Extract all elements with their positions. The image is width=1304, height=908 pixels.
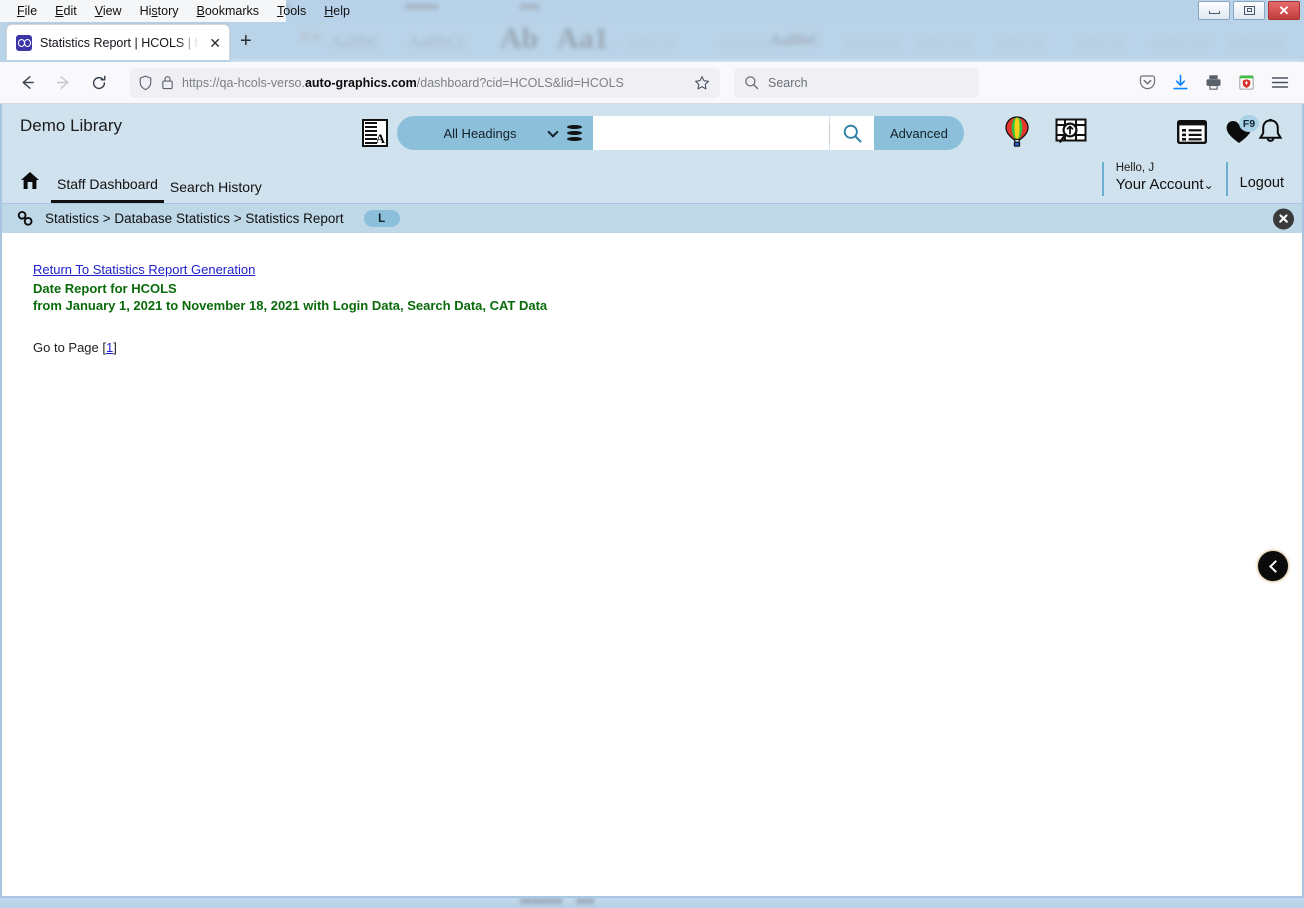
browser-tab[interactable]: Statistics Report | HCOLS | hcols ✕ xyxy=(6,24,230,60)
new-tab-button[interactable]: + xyxy=(240,31,252,51)
menu-history[interactable]: History xyxy=(131,2,188,20)
report-date-range: from January 1, 2021 to November 18, 202… xyxy=(33,298,548,313)
notification-bell-icon[interactable] xyxy=(1257,118,1284,146)
pagination-prefix: Go to Page [ xyxy=(33,340,106,355)
breadcrumb-bar: Statistics > Database Statistics > Stati… xyxy=(2,203,1302,233)
menu-tools[interactable]: Tools xyxy=(268,2,315,20)
toolbar-icons xyxy=(1138,73,1294,92)
minimize-button[interactable] xyxy=(1198,1,1230,20)
close-breadcrumb-icon[interactable] xyxy=(1273,208,1294,229)
forward-arrow-icon xyxy=(56,76,68,89)
list-view-icon[interactable] xyxy=(1177,120,1207,144)
pocket-icon[interactable] xyxy=(1138,73,1157,92)
search-scope-dropdown[interactable]: All Headings xyxy=(397,116,593,150)
web-page: Demo Library All Headings xyxy=(0,104,1304,898)
primary-nav-tabs: Staff Dashboard Search History xyxy=(2,166,1302,203)
nav-tab-search-history[interactable]: Search History xyxy=(164,179,268,203)
tab-title: Statistics Report | HCOLS | hcols xyxy=(40,35,200,50)
browser-search-bar[interactable]: Search xyxy=(734,67,979,98)
language-translate-icon[interactable] xyxy=(362,119,388,147)
reload-button[interactable] xyxy=(82,68,116,98)
nav-tab-staff-dashboard[interactable]: Staff Dashboard xyxy=(51,176,164,203)
pagination: Go to Page [1] xyxy=(33,340,1302,355)
pagination-suffix: ] xyxy=(113,340,117,355)
extension-icon[interactable] xyxy=(1237,73,1256,92)
search-icon xyxy=(843,124,862,143)
back-button[interactable] xyxy=(10,68,44,98)
library-brand-title: Demo Library xyxy=(20,116,123,135)
return-to-statistics-report-generation-link[interactable]: Return To Statistics Report Generation xyxy=(33,262,255,277)
report-content: Return To Statistics Report Generation D… xyxy=(2,233,1302,896)
window-controls: ✕ xyxy=(1198,1,1300,20)
tab-strip: Statistics Report | HCOLS | hcols ✕ + xyxy=(0,22,1304,62)
application-header: Demo Library All Headings xyxy=(2,104,1302,203)
url-text: https://qa-hcols-verso.auto-graphics.com… xyxy=(182,76,686,90)
database-icon[interactable] xyxy=(567,124,582,142)
map-search-icon[interactable] xyxy=(1055,117,1087,147)
lock-icon xyxy=(162,76,173,90)
download-icon[interactable] xyxy=(1171,73,1190,92)
browser-window: File Edit View History Bookmarks Tools H… xyxy=(0,0,1304,898)
menu-file[interactable]: File xyxy=(8,2,46,20)
chevron-left-circle-icon[interactable] xyxy=(1258,551,1288,581)
report-title: Date Report for HCOLS xyxy=(33,281,177,296)
browser-search-placeholder: Search xyxy=(768,75,808,90)
bookmark-star-icon[interactable] xyxy=(694,75,710,91)
breadcrumb[interactable]: Statistics > Database Statistics > Stati… xyxy=(45,211,344,226)
header-icon-row: F9 xyxy=(1003,115,1284,148)
search-input[interactable] xyxy=(593,116,829,150)
search-submit-button[interactable] xyxy=(830,116,874,150)
search-scope-value: All Headings xyxy=(443,125,517,141)
chain-link-icon xyxy=(16,210,35,227)
advanced-search-button[interactable]: Advanced xyxy=(874,116,964,150)
address-bar[interactable]: https://qa-hcols-verso.auto-graphics.com… xyxy=(130,67,720,98)
print-icon[interactable] xyxy=(1204,73,1223,92)
menu-bookmarks[interactable]: Bookmarks xyxy=(188,2,269,20)
url-suffix: /dashboard?cid=HCOLS&lid=HCOLS xyxy=(416,75,624,90)
shield-icon xyxy=(139,75,152,90)
chevron-down-icon xyxy=(547,125,559,138)
favorites-count-badge: F9 xyxy=(1239,115,1259,132)
breadcrumb-badge: L xyxy=(363,210,400,227)
forward-button[interactable] xyxy=(46,68,80,98)
close-window-button[interactable]: ✕ xyxy=(1268,1,1300,20)
hamburger-menu-icon[interactable] xyxy=(1270,74,1290,91)
home-icon[interactable] xyxy=(20,171,40,195)
maximize-restore-button[interactable] xyxy=(1233,1,1265,20)
favorites-heart-icon[interactable]: F9 xyxy=(1225,115,1259,145)
reload-icon xyxy=(92,75,106,89)
navigation-toolbar: https://qa-hcols-verso.auto-graphics.com… xyxy=(0,62,1304,104)
menu-help[interactable]: Help xyxy=(315,2,359,20)
menu-edit[interactable]: Edit xyxy=(46,2,86,20)
back-arrow-icon xyxy=(22,76,34,89)
close-tab-icon[interactable]: ✕ xyxy=(207,36,223,50)
url-prefix: https://qa-hcols-verso. xyxy=(182,75,305,90)
url-host: auto-graphics.com xyxy=(304,75,417,90)
search-icon xyxy=(745,76,759,90)
hot-air-balloon-icon[interactable] xyxy=(1003,116,1031,148)
menu-bar: File Edit View History Bookmarks Tools H… xyxy=(0,0,350,22)
site-favicon-icon xyxy=(16,34,32,51)
menu-view[interactable]: View xyxy=(86,2,131,20)
catalog-search-group: All Headings Advanced xyxy=(362,116,964,150)
